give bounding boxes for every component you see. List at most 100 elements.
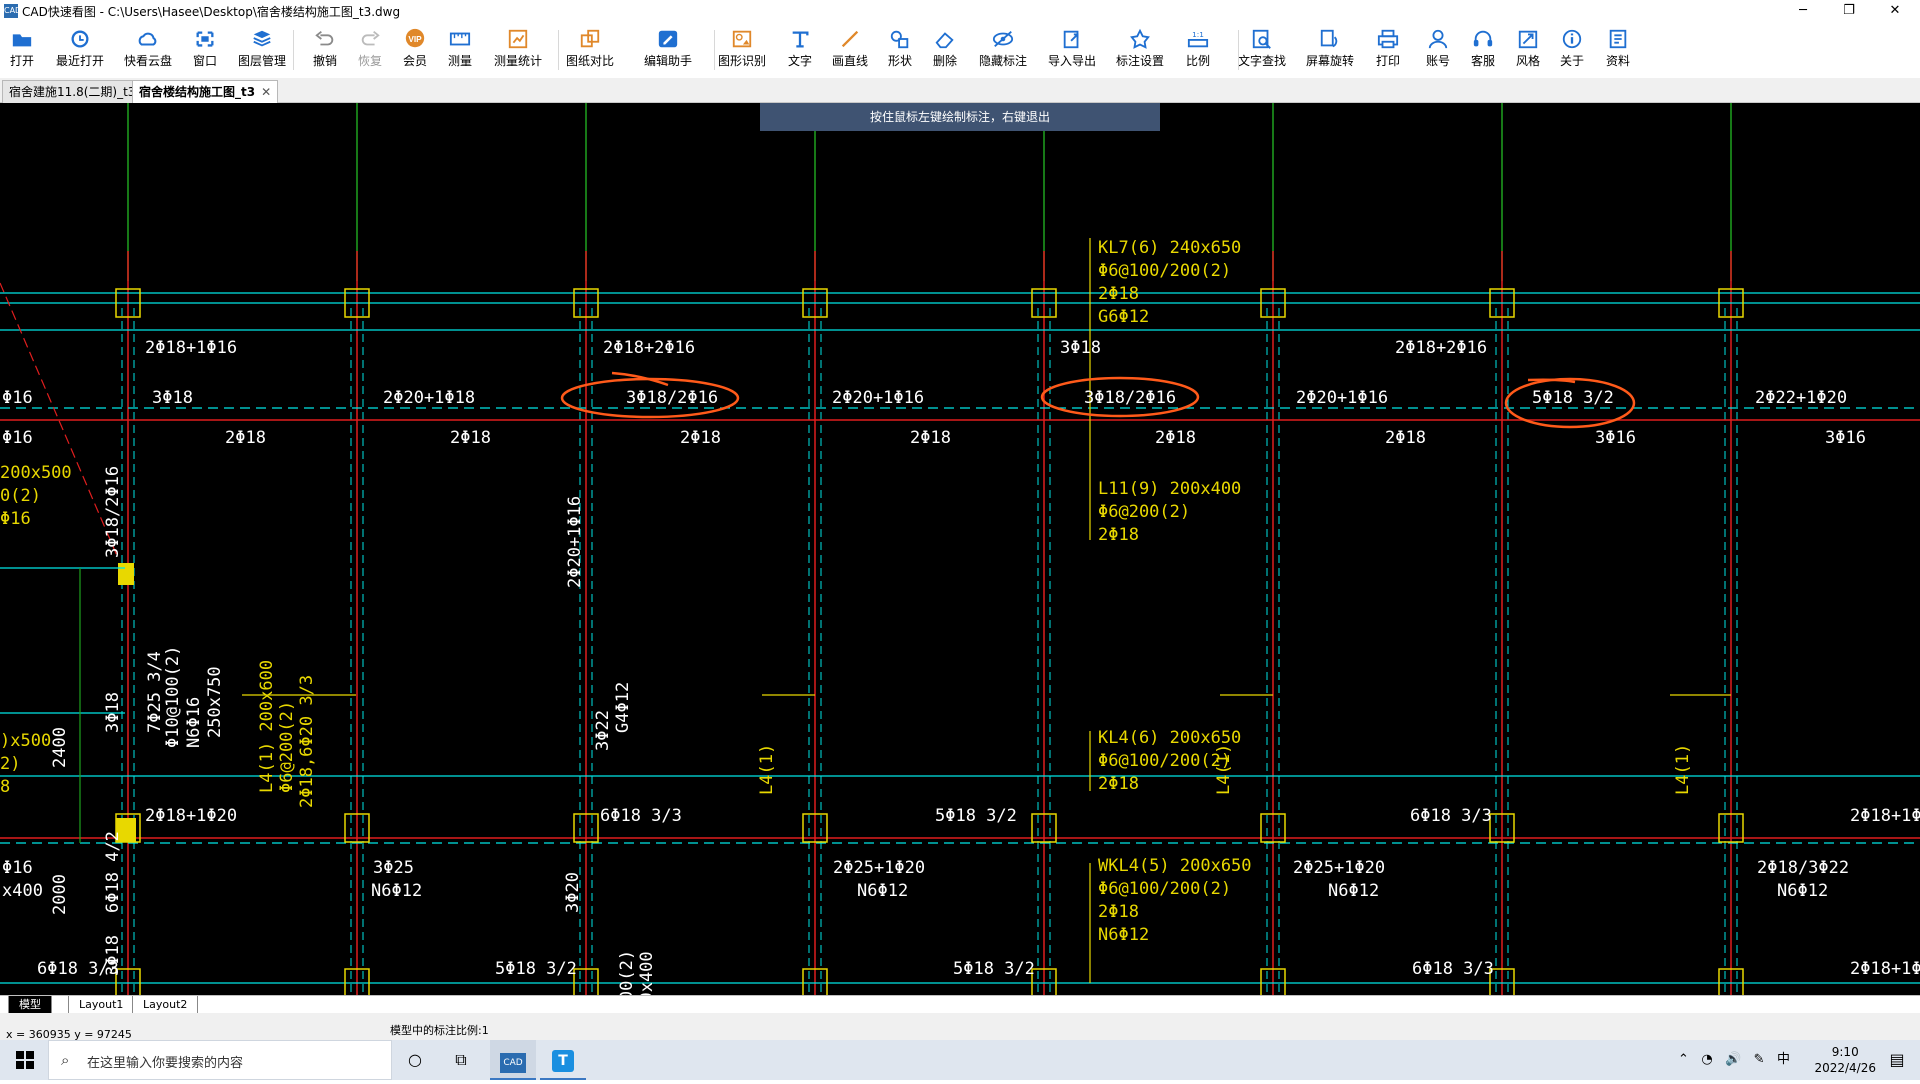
toolbar-separator bbox=[1238, 30, 1239, 70]
account-icon bbox=[1428, 29, 1448, 49]
layout-tabs: 模型 Layout1 Layout2 bbox=[0, 995, 1920, 1014]
windows-start-icon[interactable] bbox=[2, 1040, 48, 1080]
toolbar-button-docs[interactable]: 资料 bbox=[1588, 26, 1648, 74]
toolbar-button-measure[interactable]: 测量 bbox=[430, 26, 490, 74]
rebar-annotation: Φ6@100/200(2) bbox=[1098, 879, 1231, 899]
system-clock[interactable]: 9:10 2022/4/26 bbox=[1814, 1044, 1876, 1076]
toolbar-button-hide-annotation[interactable]: 隐藏标注 bbox=[973, 26, 1033, 74]
rebar-annotation-vertical: 2400 bbox=[50, 727, 70, 768]
toolbar-button-scale[interactable]: 1:1 比例 bbox=[1168, 26, 1228, 74]
toolbar-label: 资料 bbox=[1605, 54, 1630, 68]
task-view-icon[interactable]: ⧉ bbox=[438, 1040, 484, 1080]
t-app-taskbar-icon[interactable]: T bbox=[540, 1040, 586, 1080]
main-toolbar: 打开 最近打开 快看云盘 窗口 图层管理 撤销 恢复 VIP 会员 测量 测量统计 图纸对比 编辑助手图… bbox=[0, 22, 1920, 76]
toolbar-label: 导入导出 bbox=[1047, 54, 1096, 68]
toolbar-button-edit-assistant[interactable]: 编辑助手 bbox=[638, 26, 698, 74]
tab-model[interactable]: 模型 bbox=[8, 996, 52, 1014]
pen-icon[interactable]: ✎ bbox=[1754, 1052, 1765, 1067]
document-tabs: 宿舍建施11.8(二期)_t3 ✕ 宿舍楼结构施工图_t3 ✕ bbox=[0, 78, 1920, 103]
toolbar-separator bbox=[558, 30, 559, 70]
rotate-screen-icon bbox=[1320, 29, 1338, 48]
rebar-annotation: 2Φ18/3Φ22 bbox=[1757, 858, 1849, 878]
toolbar-button-eraser[interactable]: 删除 bbox=[915, 26, 975, 74]
toolbar-label: 测量 bbox=[447, 54, 472, 68]
rebar-annotation-vertical: 2Φ18,6Φ20 3/3 bbox=[297, 675, 317, 808]
toolbar-button-shape-recognize[interactable]: 图形识别 bbox=[712, 26, 772, 74]
rebar-annotation-vertical: N6Φ16 bbox=[184, 697, 204, 748]
drawing-canvas[interactable]: KL7(6) 240x650 Φ6@100/200(2) 2Φ18 G6Φ12 2Φ18… bbox=[0, 103, 1920, 995]
edit-assistant-icon bbox=[658, 30, 678, 48]
tab-layout2[interactable]: Layout2 bbox=[132, 996, 199, 1014]
import-export-icon bbox=[1063, 30, 1079, 49]
rebar-annotation: Φ16 bbox=[0, 509, 31, 529]
rebar-annotation: 5Φ18 3/2 bbox=[935, 806, 1017, 826]
close-button[interactable]: ✕ bbox=[1872, 0, 1918, 22]
annotation-scale: 模型中的标注比例:1 bbox=[390, 1024, 489, 1037]
rebar-annotation-vertical: 250x750 bbox=[205, 666, 225, 738]
rebar-annotation-vertical: 200x400 bbox=[637, 951, 657, 995]
toolbar-button-cloud[interactable]: 快看云盘 bbox=[118, 26, 178, 74]
undo-icon bbox=[315, 30, 334, 46]
network-icon[interactable]: ◔ bbox=[1701, 1052, 1712, 1067]
rebar-annotation: Φ16 bbox=[2, 388, 33, 408]
text-search-icon bbox=[1252, 29, 1271, 49]
rebar-annotation: N6Φ12 bbox=[1098, 925, 1149, 945]
ime-indicator[interactable]: 中 bbox=[1777, 1052, 1790, 1067]
rebar-annotation: 2Φ18+2Φ16 bbox=[603, 338, 695, 358]
toolbar-label: 图层管理 bbox=[237, 54, 286, 68]
volume-icon[interactable]: 🔊 bbox=[1725, 1052, 1741, 1067]
rebar-annotation: 5Φ18 3/2 bbox=[1532, 388, 1614, 408]
cad-app-taskbar-icon[interactable]: CAD bbox=[490, 1040, 536, 1080]
tab-structure-drawing[interactable]: 宿舍楼结构施工图_t3 ✕ bbox=[132, 80, 279, 103]
toolbar-button-rotate-screen[interactable]: 屏幕旋转 bbox=[1300, 26, 1360, 74]
toolbar-button-text-search[interactable]: 文字查找 bbox=[1232, 26, 1292, 74]
window-icon bbox=[196, 31, 214, 47]
toolbar-button-recent[interactable]: 最近打开 bbox=[50, 26, 110, 74]
toolbar-label: 窗口 bbox=[192, 54, 217, 68]
taskbar-search-input[interactable]: ⌕ 在这里输入你要搜索的内容 bbox=[48, 1040, 392, 1080]
rebar-annotation-vertical: 2000 bbox=[50, 874, 70, 915]
toolbar-button-compare[interactable]: 图纸对比 bbox=[560, 26, 620, 74]
rebar-annotation-vertical: 3Φ18 bbox=[103, 692, 123, 733]
rebar-annotation: 2Φ18+2Φ16 bbox=[1395, 338, 1487, 358]
rebar-annotation: 0(2) bbox=[0, 486, 41, 506]
toolbar-button-measure-stats[interactable]: 测量统计 bbox=[488, 26, 548, 74]
cloud-icon bbox=[138, 32, 157, 46]
headset-icon bbox=[1473, 30, 1493, 47]
annotation-settings-icon bbox=[1130, 28, 1150, 49]
rebar-annotation: WKL4(5) 200x650 bbox=[1098, 856, 1252, 876]
rebar-annotation: 2Φ18+1Φ20 bbox=[145, 806, 237, 826]
toolbar-label: 打开 bbox=[9, 54, 34, 68]
rebar-annotation: Φ6@100/200(2) bbox=[1098, 261, 1231, 281]
rebar-annotation: 6Φ18 3/3 bbox=[1410, 806, 1492, 826]
restore-button[interactable]: ❐ bbox=[1826, 0, 1872, 22]
rebar-annotation: 8 bbox=[0, 777, 10, 797]
chevron-up-icon[interactable]: ⌃ bbox=[1678, 1052, 1689, 1067]
eraser-icon bbox=[935, 32, 954, 49]
window-title: CAD快速看图 - C:\Users\Hasee\Desktop\宿舍楼结构施工… bbox=[22, 5, 401, 19]
notification-icon[interactable]: ▤ bbox=[1874, 1040, 1920, 1080]
shape-icon bbox=[890, 30, 909, 49]
toolbar-label: 图纸对比 bbox=[565, 54, 614, 68]
toolbar-button-layers[interactable]: 图层管理 bbox=[232, 26, 292, 74]
compare-icon bbox=[580, 29, 600, 48]
rebar-annotation-vertical: 7Φ25 3/4 bbox=[145, 651, 165, 733]
rebar-annotation: 2Φ20+1Φ16 bbox=[832, 388, 924, 408]
tab-layout1[interactable]: Layout1 bbox=[68, 996, 135, 1014]
rebar-annotation-vertical: 3Φ18 bbox=[103, 935, 123, 976]
status-bar: x = 360935 y = 97245 模型中的标注比例:1 bbox=[0, 1013, 1920, 1041]
toolbar-label: 编辑助手 bbox=[643, 54, 692, 68]
toolbar-label: 屏幕旋转 bbox=[1305, 54, 1354, 68]
toolbar-button-window[interactable]: 窗口 bbox=[175, 26, 235, 74]
toolbar-button-folder[interactable]: 打开 bbox=[0, 26, 52, 74]
minimize-button[interactable]: ─ bbox=[1780, 0, 1826, 22]
toolbar-label: 隐藏标注 bbox=[978, 54, 1027, 68]
close-tab-icon[interactable]: ✕ bbox=[261, 85, 271, 99]
rebar-annotation: 2Φ22+1Φ20 bbox=[1755, 388, 1847, 408]
toolbar-button-import-export[interactable]: 导入导出 bbox=[1042, 26, 1102, 74]
search-placeholder: 在这里输入你要搜索的内容 bbox=[87, 1056, 244, 1071]
rebar-annotation: Φ16 bbox=[2, 858, 33, 878]
svg-text:1:1: 1:1 bbox=[1192, 30, 1204, 39]
toolbar-button-annotation-settings[interactable]: 标注设置 bbox=[1110, 26, 1170, 74]
cortana-icon[interactable]: ○ bbox=[392, 1040, 438, 1080]
